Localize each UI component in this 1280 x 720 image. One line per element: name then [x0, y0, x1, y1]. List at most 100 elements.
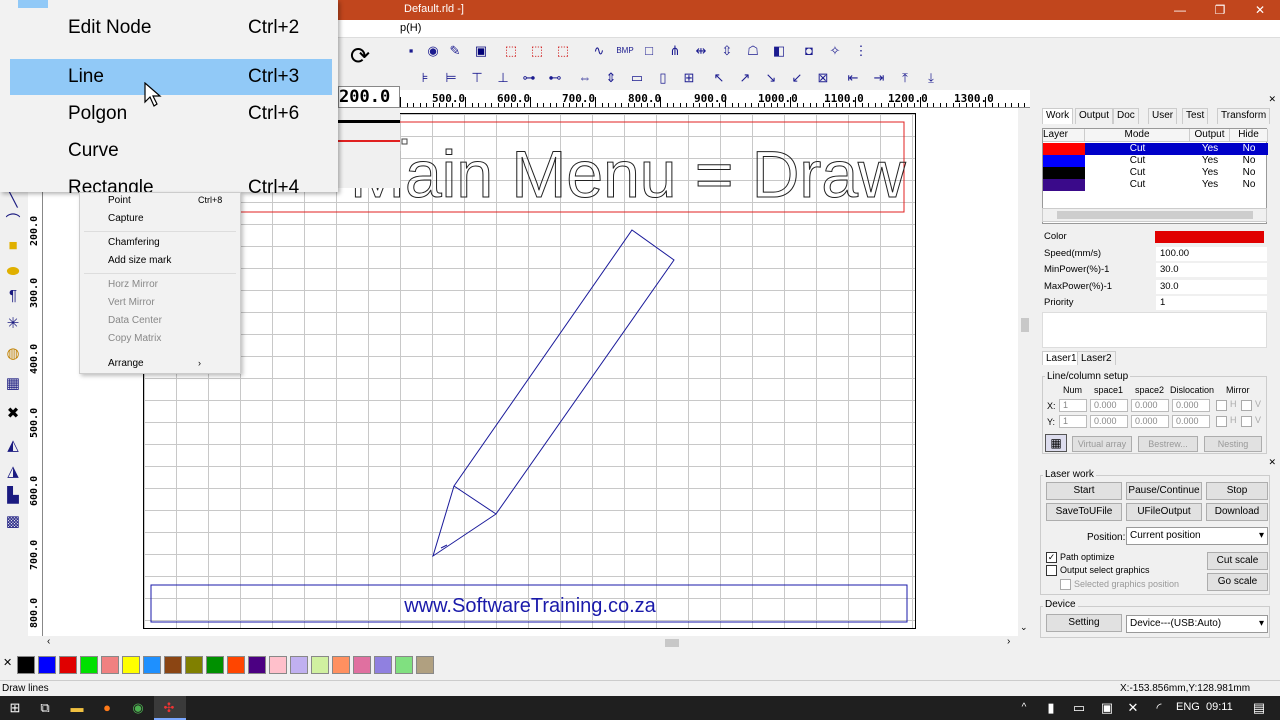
palette-swatch[interactable]	[290, 656, 308, 674]
mirror-v-checkbox[interactable]	[1241, 416, 1252, 427]
device-select[interactable]: Device---(USB:Auto) ▾	[1126, 615, 1268, 633]
mirror-v-checkbox[interactable]	[1241, 400, 1252, 411]
tray-chevron-icon[interactable]: ^	[1015, 699, 1033, 717]
palette-swatch[interactable]	[101, 656, 119, 674]
tab-laser2[interactable]: Laser2	[1077, 351, 1116, 365]
context-menu-item[interactable]: Arrange ›	[108, 358, 234, 369]
battery-icon[interactable]: ▭	[1070, 699, 1088, 717]
palette-swatch[interactable]	[248, 656, 266, 674]
layer-header[interactable]: Output	[1190, 129, 1230, 142]
palette-swatch[interactable]	[17, 656, 35, 674]
prop-value[interactable]: 30.0	[1156, 279, 1267, 294]
file-explorer-icon[interactable]: ▬	[68, 699, 86, 717]
array-x-field[interactable]: 0.000	[1172, 399, 1210, 412]
layer-header[interactable]: Layer	[1043, 129, 1085, 142]
array-y-field[interactable]: 0.000	[1172, 415, 1210, 428]
usb-icon[interactable]: ▮	[1042, 699, 1060, 717]
array-y-field[interactable]: 0.000	[1090, 415, 1128, 428]
start-button[interactable]: Start	[1046, 482, 1122, 500]
stop-button[interactable]: Stop	[1206, 482, 1268, 500]
layer-header[interactable]: Mode	[1085, 129, 1190, 142]
palette-swatch[interactable]	[80, 656, 98, 674]
layer-row[interactable]: Cut Yes No	[1043, 143, 1268, 155]
layer-scrollbar[interactable]	[1042, 208, 1267, 222]
array-y-field[interactable]: 1	[1059, 415, 1087, 428]
laser-panel-close-icon[interactable]: ✕	[1268, 457, 1276, 468]
context-menu-item[interactable]: Vert Mirror	[108, 297, 234, 308]
palette-swatch[interactable]	[164, 656, 182, 674]
monitor-tray-icon[interactable]: ▣	[1098, 699, 1116, 717]
palette-swatch[interactable]	[332, 656, 350, 674]
array-y-field[interactable]: 0.000	[1131, 415, 1169, 428]
panel-close-icon[interactable]: ✕	[1268, 94, 1276, 105]
download-button[interactable]: Download	[1206, 503, 1268, 521]
palette-swatch[interactable]	[185, 656, 203, 674]
palette-swatch[interactable]	[374, 656, 392, 674]
array-x-field[interactable]: 1	[1059, 399, 1087, 412]
tab-transform[interactable]: Transform	[1217, 108, 1271, 124]
palette-swatch[interactable]	[38, 656, 56, 674]
context-menu-item[interactable]: Chamfering	[108, 237, 234, 248]
draw-menu-item[interactable]: Curve	[10, 133, 332, 169]
palette-swatch[interactable]	[143, 656, 161, 674]
rdworks-icon[interactable]: ✣	[160, 699, 178, 717]
path-optimize-checkbox[interactable]: ✓	[1046, 552, 1057, 563]
vertical-scrollbar[interactable]: ⌄	[1018, 108, 1032, 636]
horizontal-scrollbar[interactable]: ‹ ›	[43, 636, 1018, 650]
palette-swatch[interactable]	[416, 656, 434, 674]
tab-output[interactable]: Output	[1075, 108, 1114, 124]
array-x-field[interactable]: 0.000	[1131, 399, 1169, 412]
array-x-field[interactable]: 0.000	[1090, 399, 1128, 412]
mirror-h-checkbox[interactable]	[1216, 400, 1227, 411]
palette-swatch[interactable]	[311, 656, 329, 674]
output-select-checkbox[interactable]	[1046, 565, 1057, 576]
notifications-icon[interactable]: ▤	[1250, 699, 1268, 717]
prop-value[interactable]: 100.00	[1156, 246, 1267, 261]
context-menu-item[interactable]: Add size mark	[108, 255, 234, 266]
go-scale-button[interactable]: Go scale	[1207, 573, 1268, 591]
mirror-h-checkbox[interactable]	[1216, 416, 1227, 427]
tab-doc[interactable]: Doc	[1113, 108, 1139, 124]
layer-header[interactable]: Hide	[1230, 129, 1268, 142]
tab-laser1[interactable]: Laser1	[1042, 351, 1081, 365]
tab-test[interactable]: Test	[1182, 108, 1209, 124]
draw-menu-item[interactable]: Edit Node Ctrl+2	[10, 10, 332, 46]
context-menu-item[interactable]: Point Ctrl+8	[108, 195, 234, 206]
tab-user[interactable]: User	[1148, 108, 1178, 124]
draw-menu-item[interactable]: Line Ctrl+3	[10, 59, 332, 95]
palette-swatch[interactable]	[269, 656, 287, 674]
firefox-icon[interactable]: ●	[98, 699, 116, 717]
palette-close-icon[interactable]: ✕	[3, 656, 12, 669]
save-to-ufile-button[interactable]: SaveToUFile	[1046, 503, 1122, 521]
cut-scale-button[interactable]: Cut scale	[1207, 552, 1268, 570]
draw-menu-item[interactable]: Polgon Ctrl+6	[10, 96, 332, 132]
context-menu-item[interactable]: Horz Mirror	[108, 279, 234, 290]
chrome-icon[interactable]: ◉	[129, 699, 147, 717]
layer-row[interactable]: Cut Yes No	[1043, 155, 1268, 167]
task-view-icon[interactable]: ⧉	[36, 699, 54, 717]
volume-icon[interactable]: ✕	[1124, 699, 1142, 717]
layer-row[interactable]: Cut Yes No	[1043, 167, 1268, 179]
rotate-icon[interactable]: ⟳	[350, 42, 370, 71]
palette-swatch[interactable]	[59, 656, 77, 674]
device-setting-button[interactable]: Setting	[1046, 614, 1122, 632]
prop-value[interactable]: 1	[1156, 296, 1267, 310]
windows-start-icon[interactable]: ⊞	[6, 699, 24, 717]
array-grid-icon[interactable]: ▦	[1045, 434, 1067, 452]
bestrew-button[interactable]: Bestrew...	[1138, 436, 1198, 452]
palette-swatch[interactable]	[227, 656, 245, 674]
rotate-input[interactable]: 200.0	[338, 86, 400, 108]
pause-button[interactable]: Pause/Continue	[1126, 482, 1202, 500]
palette-swatch[interactable]	[206, 656, 224, 674]
layer-row[interactable]: Cut Yes No	[1043, 179, 1268, 191]
palette-swatch[interactable]	[395, 656, 413, 674]
tab-work[interactable]: Work	[1042, 108, 1074, 124]
context-menu-item[interactable]: Copy Matrix	[108, 333, 234, 344]
virtual-array-button[interactable]: Virtual array	[1072, 436, 1132, 452]
context-menu-item[interactable]: Data Center	[108, 315, 234, 326]
selected-position-checkbox[interactable]	[1060, 579, 1071, 590]
prop-value[interactable]: 30.0	[1156, 263, 1267, 277]
palette-swatch[interactable]	[353, 656, 371, 674]
palette-swatch[interactable]	[122, 656, 140, 674]
context-menu-item[interactable]: Capture	[108, 213, 234, 224]
